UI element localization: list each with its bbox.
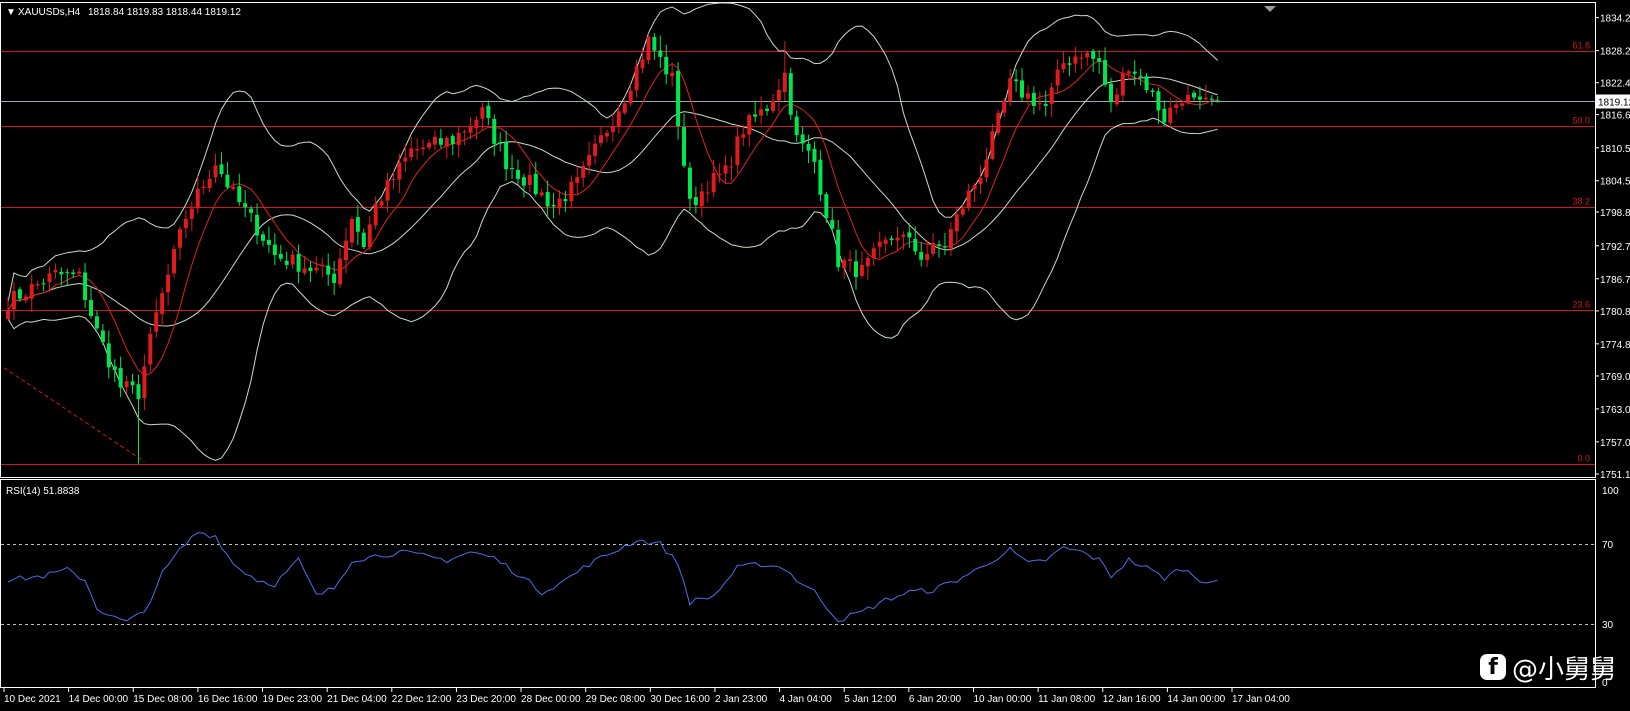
time-tick-label: 10 Jan 00:00: [973, 694, 1031, 705]
time-tick-label: 29 Dec 08:00: [586, 694, 646, 705]
time-tick-label: 6 Jan 20:00: [909, 694, 962, 705]
watermark-text: @小舅舅: [1512, 654, 1617, 685]
price-tick-label: 1816.60: [1600, 111, 1630, 122]
time-tick-label: 17 Jan 04:00: [1232, 694, 1290, 705]
price-tick-label: 1834.25: [1600, 14, 1630, 25]
price-tick-label: 1751.15: [1600, 470, 1630, 481]
time-tick-label: 14 Dec 00:00: [69, 694, 129, 705]
time-tick-label: 22 Dec 12:00: [392, 694, 452, 705]
rsi-tick-label: 30: [1602, 620, 1614, 631]
current-price-label: 1819.12: [1598, 98, 1630, 109]
time-tick-label: 28 Dec 00:00: [521, 694, 581, 705]
time-tick-label: 10 Dec 2021: [4, 694, 61, 705]
price-tick-label: 1757.00: [1600, 438, 1630, 449]
symbol-dropdown-glyph[interactable]: ▼: [6, 7, 16, 18]
time-tick-label: 23 Dec 20:00: [456, 694, 516, 705]
candle: [646, 33, 651, 65]
watermark: f @小舅舅: [1480, 650, 1617, 685]
facebook-icon: f: [1480, 654, 1506, 680]
candle: [172, 244, 177, 278]
chart-background: [0, 0, 1630, 711]
price-axis: 1834.25 1828.25 1822.40 1816.60 1810.55 1804.…: [1595, 14, 1630, 481]
rsi-label: RSI(14) 51.8838: [6, 486, 80, 497]
time-tick-label: 11 Jan 08:00: [1038, 694, 1096, 705]
time-tick-label: 4 Jan 04:00: [780, 694, 833, 705]
time-tick-label: 19 Dec 23:00: [263, 694, 323, 705]
fib-label-50-0: 50.0: [1572, 116, 1590, 126]
fib-label-38-2: 38.2: [1572, 197, 1590, 207]
price-tick-label: 1828.25: [1600, 47, 1630, 58]
rsi-tick-label: 70: [1602, 540, 1614, 551]
time-tick-label: 5 Jan 12:00: [844, 694, 897, 705]
price-tick-label: 1822.40: [1600, 79, 1630, 90]
price-tick-label: 1786.70: [1600, 275, 1630, 286]
price-tick-label: 1792.70: [1600, 242, 1630, 253]
ohlc-readout: 1818.84 1819.83 1818.44 1819.12: [88, 7, 241, 18]
time-tick-label: 12 Jan 16:00: [1103, 694, 1161, 705]
price-chart[interactable]: 61.8 50.0 38.2 23.6 0.0 1834.25 1828.25 1822.4…: [0, 0, 1630, 711]
time-tick-label: 14 Jan 00:00: [1167, 694, 1225, 705]
time-tick-label: 30 Dec 16:00: [650, 694, 710, 705]
candle: [788, 67, 793, 120]
price-tick-label: 1810.55: [1600, 144, 1630, 155]
symbol-label: XAUUSDs,H4: [18, 7, 81, 18]
time-tick-label: 16 Dec 16:00: [198, 694, 258, 705]
rsi-tick-label: 100: [1602, 486, 1619, 497]
time-tick-label: 2 Jan 23:00: [715, 694, 768, 705]
price-tick-label: 1798.85: [1600, 208, 1630, 219]
price-tick-label: 1769.00: [1600, 372, 1630, 383]
price-tick-label: 1774.85: [1600, 340, 1630, 351]
price-tick-label: 1804.55: [1600, 177, 1630, 188]
price-tick-label: 1780.85: [1600, 307, 1630, 318]
price-tick-label: 1763.00: [1600, 405, 1630, 416]
time-tick-label: 21 Dec 04:00: [327, 694, 387, 705]
fib-label-23-6: 23.6: [1572, 300, 1590, 310]
fib-label-61-8: 61.8: [1572, 41, 1590, 51]
fib-label-0-0: 0.0: [1577, 454, 1590, 464]
time-tick-label: 15 Dec 08:00: [133, 694, 193, 705]
candle: [996, 110, 1001, 136]
